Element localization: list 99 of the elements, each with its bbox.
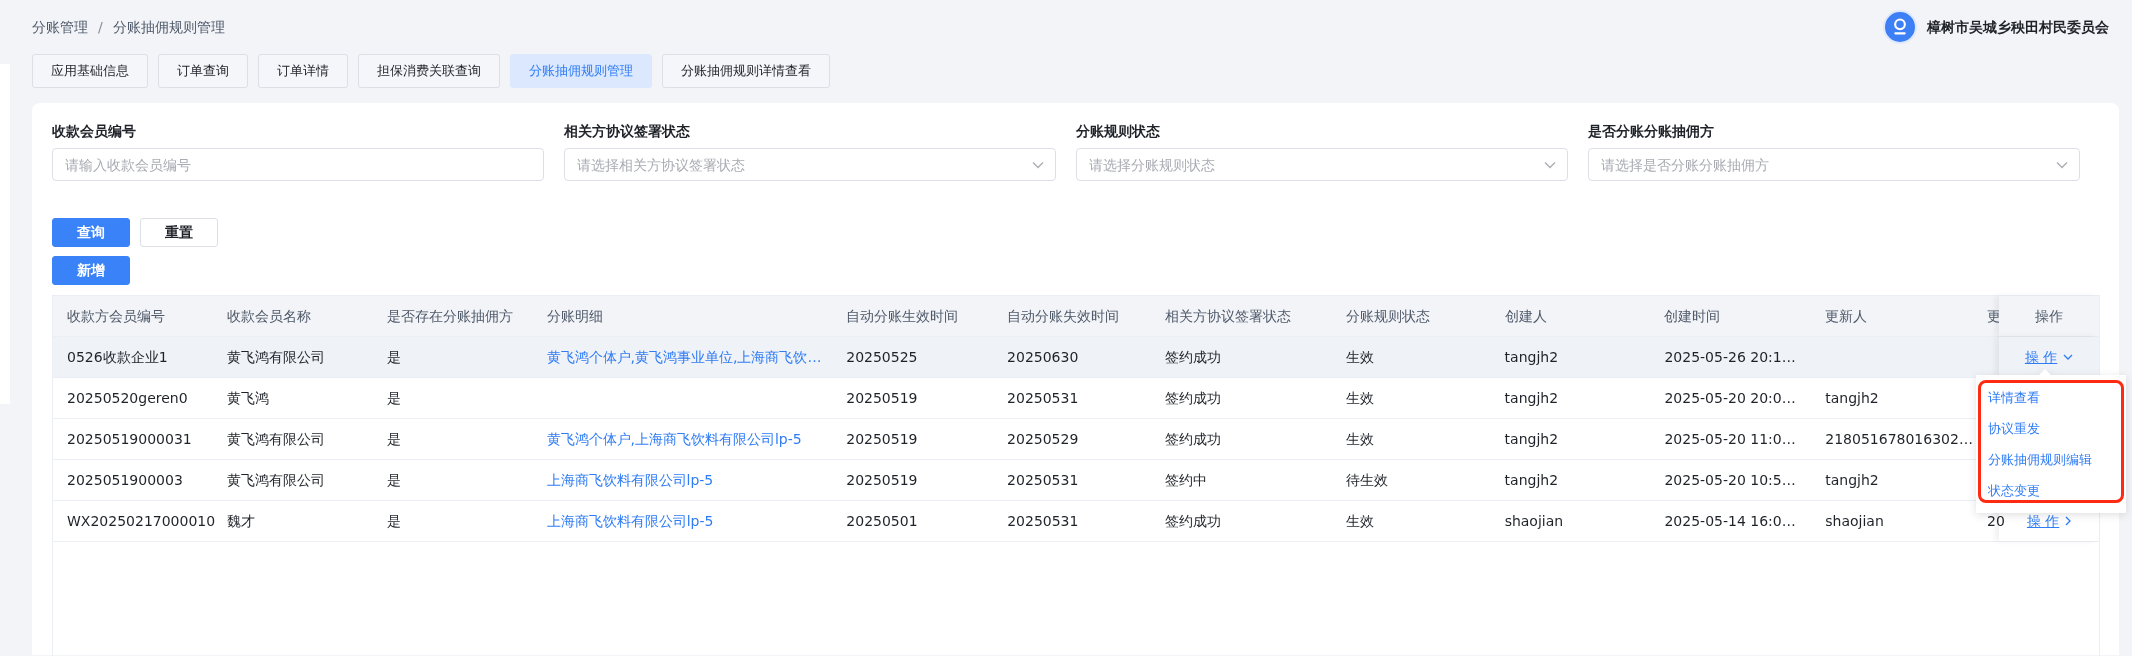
menu-item[interactable]: 详情查看 [1976,382,2126,413]
table-cell-text: 生效 [1345,388,1374,408]
table-cell-text: tangjh2 [1504,388,1559,408]
menu-item[interactable]: 协议重发 [1976,413,2126,444]
breadcrumb-item[interactable]: 分账管理 [32,16,88,38]
table-cell-text: 是 [386,470,401,490]
table-cell-text: 20250519 [846,429,918,449]
table-cell-text: 是 [386,388,401,408]
table-cell-text: 黄飞鸿有限公司 [226,347,325,367]
detail-link[interactable]: 黄飞鸿个体户,上海商飞饮料有限公司lp-5 [546,428,802,450]
table-cell-text: tangjh2 [1825,470,1879,490]
table-cell-text: 黄飞鸿有限公司 [226,429,325,449]
field-label: 分账规则状态 [1076,122,1161,141]
select-field[interactable]: 请选择分账规则状态 [1076,148,1568,181]
detail-link[interactable]: 黄飞鸿个体户,黄飞鸿事业单位,上海商飞饮… [546,346,822,368]
table-cell-text: 20250531 [1007,470,1079,490]
column-header: 是否存在分账抽佣方 [385,306,514,326]
tab[interactable]: 应用基础信息 [32,54,148,88]
tab[interactable]: 订单详情 [258,54,348,88]
table-cell-text: 签约中 [1164,470,1207,490]
table-cell-text: 待生效 [1345,470,1388,490]
table-cell-text: 2025-05-20 11:0… [1664,429,1796,449]
table-cell-text: 0526收款企业1 [67,347,168,367]
chevron-down-icon [1544,161,1556,169]
column-header: 分账规则状态 [1344,306,1431,326]
select-field[interactable]: 请选择是否分账分账抽佣方 [1588,148,2080,181]
table-cell-text: 签约成功 [1164,347,1221,367]
table-cell-text: 2025-05-20 20:0… [1664,388,1796,408]
column-header: 收款会员名称 [225,306,312,326]
input-field[interactable]: 请输入收款会员编号 [52,148,544,181]
table-cell-text: 魏才 [227,511,255,531]
column-header: 收款方会员编号 [66,306,166,326]
table-cell-text: 20 [1987,511,2005,531]
user-name: 樟树市吴城乡秧田村民委员会 [1927,17,2109,37]
table-cell-text: 签约成功 [1165,511,1221,531]
table-cell-text: 是 [386,429,401,449]
table-cell-text: shaojian [1504,511,1564,531]
table-cell-text: shaojian [1825,511,1884,531]
menu-item[interactable]: 状态变更 [1976,475,2126,506]
table-cell-text: 2025-05-14 16:0… [1664,511,1796,531]
column-header: 操作 [1999,296,2099,336]
table-cell-text: 生效 [1345,429,1374,449]
table-cell-text: 生效 [1345,347,1374,367]
column-header: 自动分账生效时间 [845,306,960,326]
table-cell-text: tangjh2 [1504,347,1559,367]
field-label: 相关方协议签署状态 [564,122,691,141]
column-header: 分账明细 [545,306,604,326]
table-cell-text: 20250519 [846,470,918,490]
table-cell-text: 20250525 [846,347,918,367]
table-cell-text: 2025-05-26 20:1… [1664,347,1796,367]
tab[interactable]: 分账抽佣规则管理 [510,54,652,88]
chevron-right-icon [2065,516,2072,526]
table-cell-text: 20250519000031 [67,429,192,449]
table-cell-text: 生效 [1345,511,1374,531]
table-cell-text: 2025-05-20 10:5… [1664,470,1796,490]
table-cell-text: 20250630 [1007,347,1079,367]
chevron-down-icon [2063,354,2074,360]
avatar-icon[interactable] [1883,10,1917,44]
table-cell-text: 是 [386,511,401,531]
field-label: 是否分账分账抽佣方 [1588,122,1715,141]
column-header: 创建人 [1503,306,1548,326]
reset-button[interactable]: 重置 [140,218,218,247]
breadcrumb-item: 分账抽佣规则管理 [112,17,225,37]
column-header: 更 [1986,306,2000,326]
table-cell-text: 黄飞鸿 [226,388,269,408]
chevron-down-icon [1032,161,1044,169]
table-cell-text: 20250531 [1007,388,1079,408]
table-cell-text: 黄飞鸿有限公司 [226,470,325,490]
column-header: 自动分账失效时间 [1006,306,1121,326]
table-cell-text: 20250531 [1007,511,1079,531]
table-cell-text: tangjh2 [1825,388,1879,408]
table-cell-text: 20250529 [1007,429,1079,449]
detail-link[interactable]: 上海商飞饮料有限公司lp-5 [546,469,714,491]
chevron-down-icon [2056,161,2068,169]
tab[interactable]: 分账抽佣规则详情查看 [662,54,830,88]
tab[interactable]: 担保消费关联查询 [358,54,500,88]
table-cell-text: 20250519 [846,388,918,408]
add-button[interactable]: 新增 [52,256,130,285]
column-header: 更新人 [1824,306,1869,326]
field-label: 收款会员编号 [52,122,137,141]
table-cell-text: tangjh2 [1504,429,1559,449]
table-cell-text: 签约成功 [1164,388,1221,408]
table-cell-text: 218051678016302… [1825,429,1973,449]
table-cell-text: 2025051900003 [67,470,183,490]
table-cell-text: 20250501 [846,511,918,531]
table-cell-text: tangjh2 [1504,470,1559,490]
menu-item[interactable]: 分账抽佣规则编辑 [1976,444,2126,475]
table-cell-text: 是 [386,347,401,367]
column-header: 创建时间 [1663,306,1722,326]
detail-link[interactable]: 上海商飞饮料有限公司lp-5 [546,510,714,532]
table-cell-text: 签约成功 [1164,429,1221,449]
select-field[interactable]: 请选择相关方协议签署状态 [564,148,1056,181]
table-cell-text: 20250520geren0 [67,388,188,408]
table-cell-text: WX20250217000010 [67,511,216,531]
query-button[interactable]: 查询 [52,218,130,247]
menu-pointer-icon [2038,369,2052,376]
tab[interactable]: 订单查询 [158,54,248,88]
column-header: 相关方协议签署状态 [1163,306,1292,326]
breadcrumb-separator: / [98,17,103,37]
